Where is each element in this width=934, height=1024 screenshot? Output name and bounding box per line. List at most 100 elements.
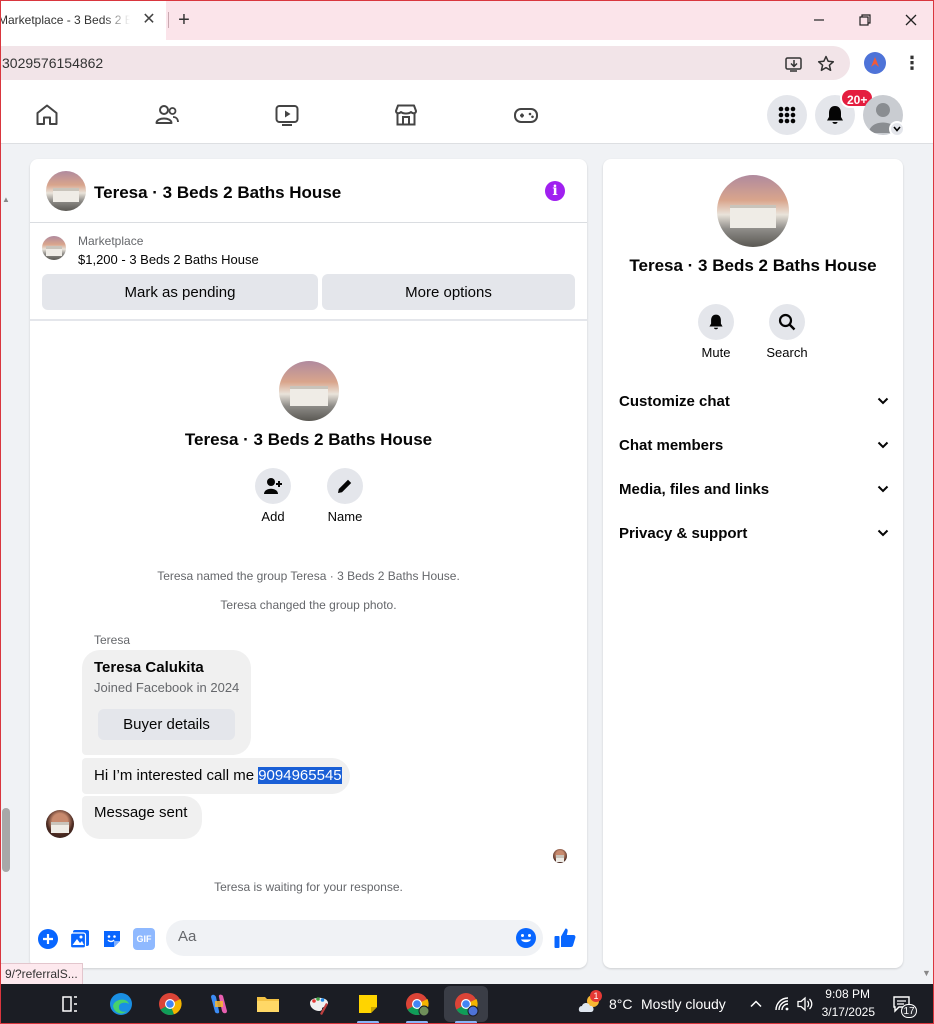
chevron-down-icon — [877, 485, 889, 493]
row-label: Privacy & support — [619, 524, 748, 542]
restore-icon[interactable] — [850, 6, 880, 34]
marketplace-icon[interactable] — [393, 102, 419, 128]
privacy-support-row[interactable]: Privacy & support — [619, 518, 889, 548]
mute-button[interactable] — [698, 304, 734, 340]
weather-temperature[interactable]: 8°C — [609, 996, 633, 1012]
new-tab-icon[interactable]: + — [174, 10, 194, 30]
chrome-icon[interactable] — [156, 990, 184, 1018]
minimize-icon[interactable] — [804, 6, 834, 34]
chrome-profile-icon[interactable] — [403, 990, 431, 1018]
listing-thumbnail[interactable] — [42, 236, 66, 260]
wifi-icon[interactable] — [774, 996, 790, 1012]
copilot-icon[interactable] — [205, 990, 233, 1018]
edit-name-button[interactable] — [327, 468, 363, 504]
add-people-button[interactable] — [255, 468, 291, 504]
read-receipt-avatar — [553, 849, 567, 863]
address-bar[interactable]: 3029576154862 — [0, 46, 850, 80]
group-photo-info[interactable] — [717, 175, 789, 247]
plus-circle-icon[interactable] — [37, 928, 59, 950]
browser-menu-icon[interactable]: ⋮ — [903, 53, 921, 73]
phone-number-highlight[interactable]: 9094965545 — [258, 767, 342, 784]
photo-gallery-icon[interactable] — [69, 928, 91, 950]
url-text: 3029576154862 — [2, 55, 104, 71]
message-text: Hi I’m interested call me 9094965545 — [94, 767, 342, 784]
browser-tab[interactable]: Marketplace - 3 Beds 2 Ba ✕ — [0, 0, 166, 40]
waiting-note: Teresa is waiting for your response. — [214, 880, 403, 894]
search-label: Search — [766, 345, 808, 360]
chat-title[interactable]: Teresa · 3 Beds 2 Baths House — [94, 183, 341, 203]
gif-icon[interactable]: GIF — [133, 928, 155, 950]
bookmark-star-icon[interactable] — [816, 54, 836, 74]
video-icon[interactable] — [274, 102, 300, 128]
chat-header: Teresa · 3 Beds 2 Baths House i — [30, 159, 587, 223]
mute-label: Mute — [701, 345, 731, 360]
gaming-icon[interactable] — [513, 102, 539, 128]
search-button[interactable] — [769, 304, 805, 340]
tab-separator — [168, 12, 169, 28]
name-label: Name — [327, 509, 363, 524]
more-options-button[interactable]: More options — [322, 274, 575, 310]
message-text: Message sent — [94, 804, 188, 821]
account-chevron-down-icon[interactable] — [889, 121, 905, 137]
system-message: Teresa named the group Teresa · 3 Beds 2… — [157, 569, 460, 583]
task-view-icon[interactable] — [56, 990, 84, 1018]
row-label: Media, files and links — [619, 480, 770, 498]
buyer-details-button[interactable]: Buyer details — [98, 709, 235, 740]
chat-info-panel: Teresa · 3 Beds 2 Baths House Mute Searc… — [603, 159, 903, 968]
sender-avatar[interactable] — [46, 810, 74, 838]
mark-as-pending-button[interactable]: Mark as pending — [42, 274, 318, 310]
buyer-name[interactable]: Teresa Calukita — [94, 659, 204, 676]
edge-browser-icon[interactable] — [107, 990, 135, 1018]
sticky-notes-icon[interactable] — [354, 990, 382, 1018]
row-label: Chat members — [619, 436, 724, 454]
clock-date[interactable]: 3/17/2025 — [810, 1005, 875, 1019]
buyer-joined-date: Joined Facebook in 2024 — [94, 680, 240, 695]
group-photo-large — [279, 361, 339, 421]
install-app-icon[interactable] — [784, 54, 804, 74]
thumbs-up-icon[interactable] — [553, 926, 577, 950]
chrome-active-window-icon[interactable] — [444, 986, 488, 1022]
row-label: Customize chat — [619, 392, 730, 410]
listing-price-title[interactable]: $1,200 - 3 Beds 2 Baths House — [78, 252, 259, 267]
message-input-wrapper[interactable] — [166, 920, 543, 956]
sticker-icon[interactable] — [101, 928, 123, 950]
weather-description[interactable]: Mostly cloudy — [641, 996, 726, 1012]
emoji-icon[interactable] — [515, 927, 537, 949]
file-explorer-icon[interactable] — [254, 990, 282, 1018]
home-icon[interactable] — [34, 102, 60, 128]
menu-grid-icon[interactable] — [767, 95, 807, 135]
scroll-up-arrow-icon[interactable]: ▲ — [2, 195, 10, 204]
notification-count-badge: 17 — [901, 1004, 917, 1018]
browser-profile-icon[interactable] — [864, 52, 886, 74]
media-files-links-row[interactable]: Media, files and links — [619, 474, 889, 504]
clock-time[interactable]: 9:08 PM — [810, 987, 870, 1001]
chevron-down-icon — [877, 529, 889, 537]
group-photo-small[interactable] — [46, 171, 86, 211]
add-label: Add — [261, 509, 285, 524]
message-text-prefix: Hi I’m interested call me — [94, 767, 259, 784]
header-divider — [30, 319, 587, 321]
message-input[interactable] — [178, 928, 498, 945]
browser-toolbar: 3029576154862 ⋮ — [0, 40, 934, 86]
system-message: Teresa changed the group photo. — [220, 598, 397, 612]
chevron-down-icon — [877, 397, 889, 405]
window-close-icon[interactable] — [896, 6, 926, 34]
tab-close-icon[interactable]: ✕ — [140, 11, 158, 29]
info-panel-title: Teresa · 3 Beds 2 Baths House — [629, 256, 877, 275]
paint-app-icon[interactable] — [305, 990, 333, 1018]
chat-panel: Teresa · 3 Beds 2 Baths House i Marketpl… — [30, 159, 587, 968]
marketplace-label: Marketplace — [78, 234, 144, 248]
status-bar-url: 9/?referralS... — [0, 963, 83, 985]
chat-members-row[interactable]: Chat members — [619, 430, 889, 460]
customize-chat-row[interactable]: Customize chat — [619, 386, 889, 416]
info-icon[interactable]: i — [545, 181, 565, 201]
windows-taskbar: 1 8°C Mostly cloudy 9:08 PM 3/17/2025 17 — [0, 984, 934, 1024]
message-composer: GIF — [30, 914, 587, 968]
scroll-down-arrow-icon[interactable]: ▼ — [922, 968, 931, 978]
chevron-up-icon[interactable] — [749, 997, 763, 1011]
sender-name: Teresa — [94, 633, 131, 647]
facebook-nav-bar: 20+ — [0, 86, 934, 144]
page-scrollbar-thumb[interactable] — [2, 808, 10, 872]
friends-icon[interactable] — [154, 102, 180, 128]
tab-title: Marketplace - 3 Beds 2 Ba — [0, 13, 130, 27]
